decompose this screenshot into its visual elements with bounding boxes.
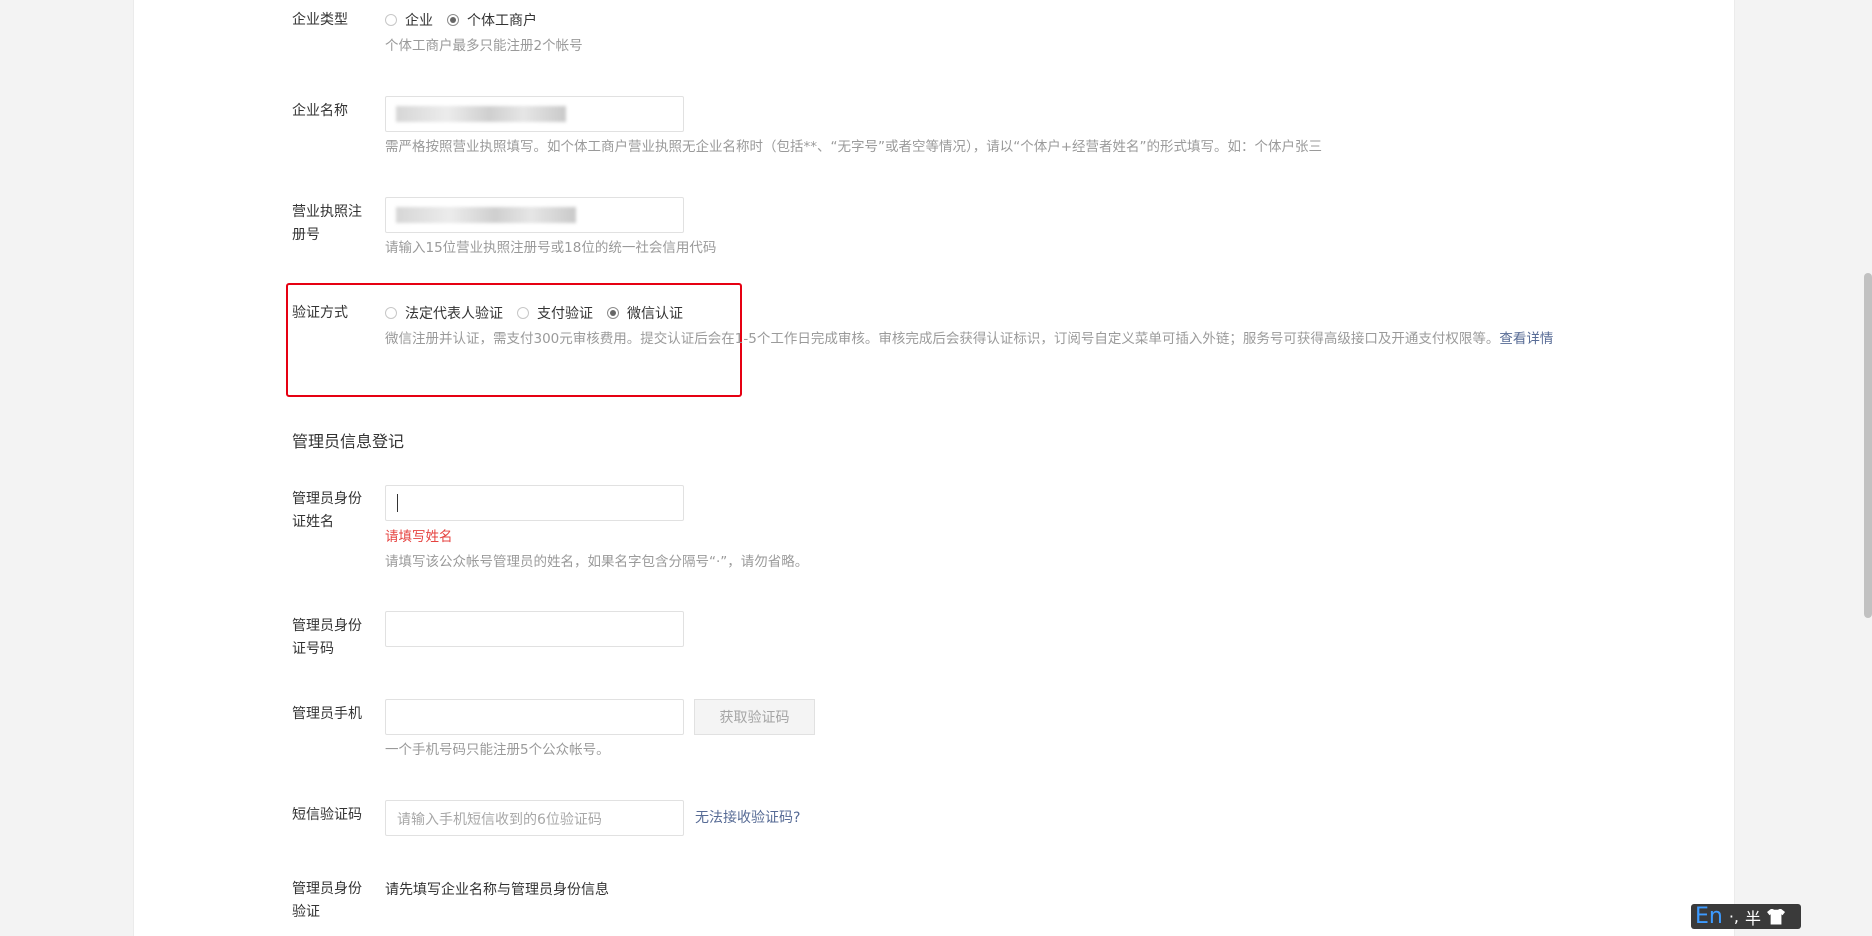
sms-code-input[interactable]: 请输入手机短信收到的6位验证码 bbox=[385, 800, 684, 836]
verify-option-wechat[interactable]: 微信认证 bbox=[607, 303, 683, 323]
get-code-button[interactable]: 获取验证码 bbox=[694, 699, 815, 735]
ime-status-bar[interactable]: En ·, 半 bbox=[1691, 904, 1801, 929]
view-details-link[interactable]: 查看详情 bbox=[1499, 331, 1553, 347]
ime-width[interactable]: 半 bbox=[1745, 905, 1761, 929]
sms-code-label: 短信验证码 bbox=[292, 807, 362, 823]
company-type-option-label: 企业 bbox=[405, 13, 433, 29]
scrollbar-thumb[interactable] bbox=[1864, 273, 1872, 618]
radio-checked-icon[interactable] bbox=[447, 14, 459, 26]
verify-option-payment[interactable]: 支付验证 bbox=[517, 303, 593, 323]
admin-verify-label: 管理员身份验证 bbox=[292, 881, 362, 920]
verify-method-tip-text: 微信注册并认证，需支付300元审核费用。提交认证后会在1-5个工作日完成审核。审… bbox=[385, 331, 1500, 347]
radio-unchecked-icon[interactable] bbox=[385, 14, 397, 26]
blurred-value bbox=[396, 207, 576, 223]
license-no-input[interactable] bbox=[385, 197, 684, 233]
ime-lang[interactable]: En bbox=[1695, 904, 1723, 929]
company-type-label: 企业类型 bbox=[292, 12, 348, 28]
company-name-input[interactable] bbox=[385, 96, 684, 132]
admin-name-error: 请填写姓名 bbox=[385, 529, 453, 545]
company-type-radio-group: 企业 个体工商户 bbox=[385, 10, 537, 30]
admin-name-input[interactable] bbox=[385, 485, 684, 521]
company-name-label: 企业名称 bbox=[292, 103, 348, 119]
company-type-tip: 个体工商户最多只能注册2个帐号 bbox=[385, 38, 583, 54]
text-cursor bbox=[397, 494, 398, 512]
radio-unchecked-icon[interactable] bbox=[385, 307, 397, 319]
ime-punct[interactable]: ·, bbox=[1729, 907, 1739, 926]
admin-name-tip: 请填写该公众帐号管理员的姓名，如果名字包含分隔号“·”，请勿省略。 bbox=[385, 554, 809, 570]
admin-name-label: 管理员身份证姓名 bbox=[292, 491, 362, 530]
admin-id-label: 管理员身份证号码 bbox=[292, 618, 362, 657]
verify-option-label: 微信认证 bbox=[627, 306, 683, 322]
admin-id-input[interactable] bbox=[385, 611, 684, 647]
verify-method-label: 验证方式 bbox=[292, 305, 348, 321]
sms-code-placeholder: 请输入手机短信收到的6位验证码 bbox=[397, 812, 602, 828]
radio-unchecked-icon[interactable] bbox=[517, 307, 529, 319]
blurred-value bbox=[396, 106, 566, 122]
company-type-option-individual[interactable]: 个体工商户 bbox=[447, 10, 537, 30]
cannot-receive-code-link[interactable]: 无法接收验证码? bbox=[695, 807, 800, 829]
company-type-option-label: 个体工商户 bbox=[467, 13, 537, 29]
license-no-label: 营业执照注册号 bbox=[292, 204, 362, 243]
admin-phone-tip: 一个手机号码只能注册5个公众帐号。 bbox=[385, 742, 610, 758]
skin-icon[interactable] bbox=[1767, 908, 1786, 925]
admin-phone-label: 管理员手机 bbox=[292, 706, 362, 722]
radio-checked-icon[interactable] bbox=[607, 307, 619, 319]
company-type-option-enterprise[interactable]: 企业 bbox=[385, 10, 433, 30]
verify-method-tip: 微信注册并认证，需支付300元审核费用。提交认证后会在1-5个工作日完成审核。审… bbox=[385, 328, 1570, 350]
company-name-tip: 需严格按照营业执照填写。如个体工商户营业执照无企业名称时（包括**、“无字号”或… bbox=[385, 139, 1323, 155]
verify-option-legal-rep[interactable]: 法定代表人验证 bbox=[385, 303, 503, 323]
admin-phone-input[interactable] bbox=[385, 699, 684, 735]
verify-option-label: 支付验证 bbox=[537, 306, 593, 322]
license-no-tip: 请输入15位营业执照注册号或18位的统一社会信用代码 bbox=[385, 240, 717, 256]
verify-method-radio-group: 法定代表人验证 支付验证 微信认证 bbox=[385, 303, 683, 323]
admin-verify-text: 请先填写企业名称与管理员身份信息 bbox=[385, 882, 609, 898]
verify-option-label: 法定代表人验证 bbox=[405, 306, 503, 322]
admin-section-title: 管理员信息登记 bbox=[292, 432, 405, 451]
